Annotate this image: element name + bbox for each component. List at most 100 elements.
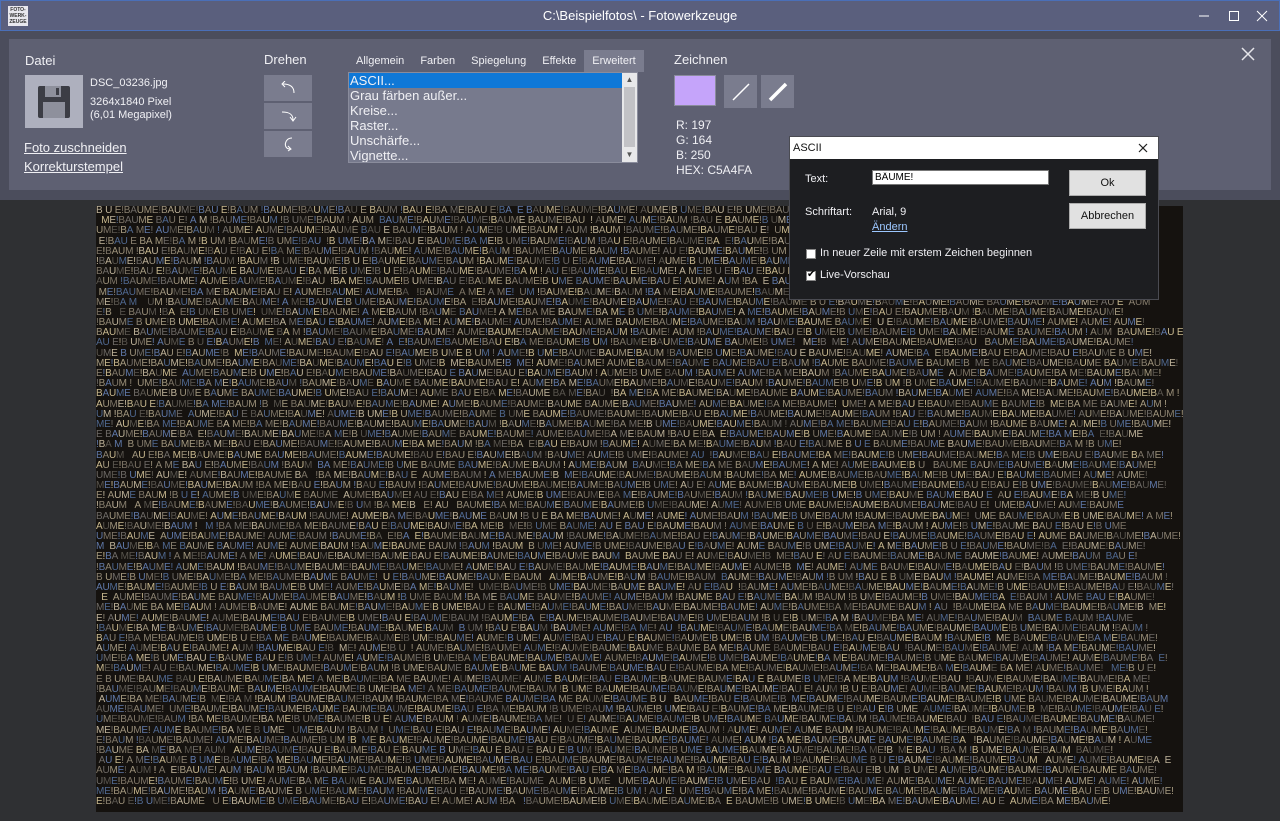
ascii-text-row: !BÄUME BÄ ME!BÄ ME! ÄUM ÄUME!BÄUME!BÄU E… <box>96 745 1113 756</box>
ascii-text-row: E! ÄUME! ÄUME!BÄUME! ÄUME!BÄUME!BÄU E!BÄ… <box>96 613 1133 624</box>
ascii-text-row: B UME!B UME!B UME!BÄUME!BÄ ME!BÄUME!BÄUM… <box>96 572 1168 583</box>
ascii-text-row: ÄUME!BÄUME!BÄUM ! M !BÄ ME!BÄUME!BÄ ME!B… <box>96 521 1127 532</box>
rotate-group-title: Drehen <box>264 52 307 67</box>
close-icon <box>1241 47 1255 61</box>
ascii-text-row: BÄUME!BÄUME!BÄUME! ÄUME!BÄUME!BÄUM !BÄUM… <box>96 511 1173 522</box>
tab-farben[interactable]: Farben <box>412 50 463 72</box>
crop-photo-link[interactable]: Foto zuschneiden <box>24 140 127 155</box>
ascii-text-row: E!BÄUM !BÄUME!BÄUME! ÄUME!BÄUME!BÄUME!B … <box>96 735 1152 746</box>
newline-label: In neuer Zeile mit erstem Zeichen beginn… <box>820 247 1033 259</box>
pen-thick-button[interactable] <box>761 75 794 108</box>
list-item-raster[interactable]: Raster... <box>349 118 624 133</box>
ascii-text-row: ME!BÄUME!BÄUME!BÄUME!BÄUM !BÄ ME!BÄU E!B… <box>96 481 1167 492</box>
scroll-down-icon[interactable]: ▼ <box>622 148 637 162</box>
rotate-180-button[interactable] <box>264 131 312 157</box>
scrollbar-thumb[interactable] <box>624 87 635 147</box>
ascii-text-row: M BÄUME!BÄ ME BÄUME BÄUME! ÄUME! ÄUME!BÄ… <box>96 542 1146 553</box>
filter-list[interactable]: ASCII... Grau färben außer... Kreise... … <box>348 72 638 163</box>
list-scrollbar[interactable]: ▲ ▼ <box>622 73 637 162</box>
color-swatch[interactable] <box>674 75 716 106</box>
text-input[interactable] <box>872 170 1049 185</box>
rotate-right-button[interactable] <box>264 103 312 129</box>
minimize-icon <box>1199 15 1209 17</box>
tab-allgemein[interactable]: Allgemein <box>348 50 412 72</box>
draw-group-title: Zeichnen <box>674 52 728 67</box>
dialog-title: ASCII <box>793 142 822 154</box>
ascii-text-row: UME!BÄ ME!B UME!BÄU E!BÄUME BÄU E!B UME!… <box>96 654 1168 665</box>
list-item-vignette[interactable]: Vignette... <box>349 148 624 162</box>
color-hex-value: HEX: C5A4FA <box>676 163 753 177</box>
text-label: Text: <box>805 173 829 185</box>
ok-button[interactable]: Ok <box>1069 170 1146 196</box>
file-group-title: Datei <box>25 53 56 68</box>
ascii-text-row: E!B E BÄUM !BÄ E!B UME!B UME! UME!BÄUME!… <box>96 307 1124 318</box>
list-item-kreise[interactable]: Kreise... <box>349 103 624 118</box>
ascii-text-row: ÄUME! ÄUM ! Ä E!BÄUME! ÄUM !BÄUM !BÄUM !… <box>96 766 1157 777</box>
cancel-button[interactable]: Abbrechen <box>1069 203 1146 229</box>
dialog-close-button[interactable] <box>1136 141 1150 155</box>
tab-effekte[interactable]: Effekte <box>534 50 584 72</box>
floppy-disk-icon <box>25 75 83 128</box>
live-preview-checkbox[interactable]: ✔ <box>806 269 816 281</box>
panel-close-button[interactable] <box>1239 45 1257 63</box>
pen-thin-button[interactable] <box>724 75 757 108</box>
list-item-unschaerfe[interactable]: Unschärfe... <box>349 133 624 148</box>
color-g-value: G: 164 <box>676 133 713 147</box>
window-title: C:\Beispielfotos\ - Fotowerkzeuge <box>542 8 738 23</box>
live-preview-label: Live-Vorschau <box>820 269 890 281</box>
ascii-text-row: ÄUME!BÄ ME!BÄUME!B ME!BÄ M !BÄUM !BÄUME!… <box>98 695 1169 705</box>
file-megapixel: (6,01 Megapixel) <box>90 109 172 121</box>
rotate-left-button[interactable] <box>264 75 312 101</box>
rotate-180-icon <box>284 137 293 152</box>
ascii-text-row: E! ÄUME BÄUM !B U E! ÄUME!B UME!BÄUME BÄ… <box>96 491 1127 502</box>
ascii-text-row: !BÄUME!BÄ ME!BÄUME!BÄUME!BÄUME!B UME BÄU… <box>96 623 1148 634</box>
ascii-text-row: ÄU E!BÄU E! Ä ME BÄU E!BÄUME!BÄUM !BÄUM … <box>96 460 1157 471</box>
ascii-text-row: E B UME!BÄUME BÄU E!BÄUME!BÄUME!BÄ ME! Ä… <box>96 674 1151 685</box>
ascii-text-row: UME!BÄUME!BÄUME!BÄUME!B UME! ÄUME!BÄ ME … <box>96 776 1163 787</box>
filter-tabs: Allgemein Farben Spiegelung Effekte Erwe… <box>348 50 644 72</box>
color-r-value: R: 197 <box>676 118 712 132</box>
close-icon <box>1256 10 1268 22</box>
ascii-text-row: E!BÄU E!B UME!BÄUME U E!BÄUME!B UME!BÄUM… <box>96 796 1111 807</box>
close-icon <box>1138 143 1148 153</box>
ascii-text-row: BÄU E!BÄ ME!BÄUME!B UME!B U E!BÄ ME BÄUM… <box>96 633 1158 644</box>
ascii-text-row: UME!BÄUME ÄUME!BÄUME!BÄUME! ÄUME!BÄUM !B… <box>96 532 1181 542</box>
ascii-text-row: ME!BÄUME! ÄUME BÄUME!BÄ ME B UME UME!BÄU… <box>96 725 1148 736</box>
ascii-text-row: ME! ÄUME!BÄ ME!BÄUME BÄ ME!BÄ ME!BÄUME!B… <box>96 419 1171 430</box>
pen-thin-icon <box>731 82 750 101</box>
ascii-text-row: !BÄUM Ä ME!BÄUME!BÄUME!BÄUME!BÄUME!BÄUME… <box>96 501 1124 512</box>
scroll-up-icon[interactable]: ▲ <box>622 73 637 87</box>
ascii-text-row: !BÄ M B UME BÄUME!BÄ ME!BÄU E!BÄUME!BÄUM… <box>96 440 1122 451</box>
ascii-text-row: UME B UME!BÄU E!BÄUME!B ME!BÄUME!BÄUME!B… <box>96 348 1152 359</box>
ascii-text-row: E ÄUME!BÄUME!BÄUME BÄUME!BÄUME!BÄUME!BÄU… <box>101 593 1155 604</box>
ascii-text-row: ÄU E!B UME! ÄUME B U E!BÄUME!B ME! ÄUME!… <box>96 338 1134 349</box>
close-window-button[interactable] <box>1249 4 1275 28</box>
app-logo-icon: FOTO-WERK-ZEUGE <box>8 6 28 26</box>
list-item-grau[interactable]: Grau färben außer... <box>349 88 624 103</box>
list-item-ascii[interactable]: ASCII... <box>349 73 624 88</box>
ascii-text-row: !BÄUM ! UME!BÄUME!BÄ ME!BÄUME!BÄUM !BÄUM… <box>96 379 1155 390</box>
font-label: Schriftart: <box>805 206 853 218</box>
pen-thick-icon <box>768 82 787 101</box>
ascii-text-row: ME!BÄUME! ÄU E!BÄUME!BÄUME!B UME!BÄUME!B… <box>96 664 1156 675</box>
font-value: Arial, 9 <box>872 206 907 218</box>
minimize-button[interactable] <box>1191 4 1217 28</box>
ascii-text-row: !BÄUME!BÄUME!BÄUME!BÄUME BÄUME!BÄUME!BÄU… <box>96 684 1149 695</box>
maximize-icon <box>1229 11 1239 21</box>
change-font-link[interactable]: Ändern <box>872 221 907 233</box>
ascii-text-row: ME!BÄUME!BÄUME!BÄUM !BÄUME!BÄUME B UME!B… <box>96 786 1174 797</box>
maximize-button[interactable] <box>1221 4 1247 28</box>
rotate-left-icon <box>281 81 295 94</box>
newline-checkbox[interactable] <box>806 249 816 259</box>
dialog-title-bar: ASCII <box>790 137 1158 159</box>
correction-stamp-link[interactable]: Korrekturstempel <box>24 159 123 174</box>
ascii-text-row: E!BÄ ME!BÄUM ! Ä ME!BÄUME! Ä ME! ÄUME!BÄ… <box>96 552 1138 563</box>
ascii-dialog: ASCII Text: Schriftart: Arial, 9 Ändern … <box>789 136 1159 300</box>
tab-spiegelung[interactable]: Spiegelung <box>463 50 534 72</box>
file-dimensions: 3264x1840 Pixel <box>90 96 172 108</box>
ascii-text-row: ÄU E! Ä ME!BÄUME B UME!BÄUME!BÄ ME!BÄUME… <box>98 756 1172 767</box>
tab-erweitert[interactable]: Erweitert <box>584 50 644 72</box>
checkmark-icon: ✔ <box>807 269 816 280</box>
ascii-text-row: ÄUME!BÄUME!BÄUME!B U E!BÄUM !BÄUME!B UME… <box>96 582 1174 593</box>
ascii-text-row: BÄUME BÄUME!B UME BÄUME BÄUME!BÄUME!B UM… <box>96 389 1180 400</box>
